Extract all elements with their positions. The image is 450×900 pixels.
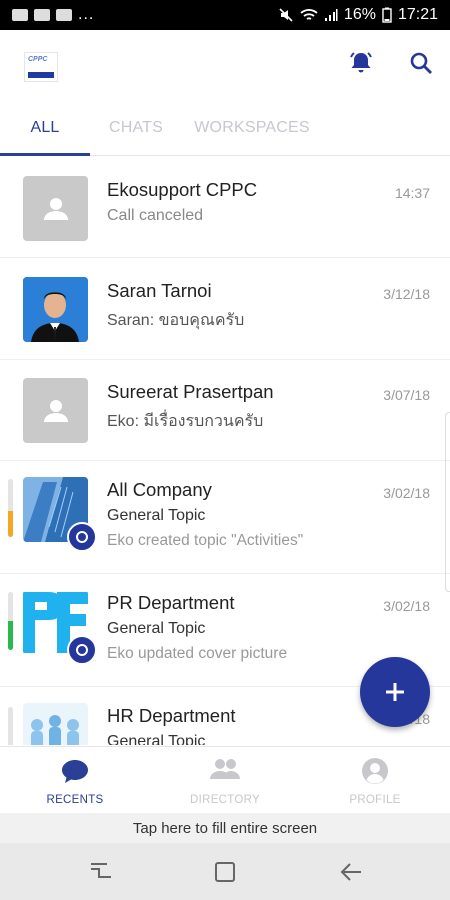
nav-label: RECENTS [46,794,104,806]
workspace-icon [76,644,88,656]
nav-profile[interactable]: PROFILE [300,747,450,814]
tab-workspaces[interactable]: WORKSPACES [182,100,322,156]
nav-recents[interactable]: RECENTS [0,747,150,814]
clock: 17:21 [397,6,438,23]
notification-icons: ... [12,6,94,24]
status-bar: ... 16% 17:21 [0,0,450,30]
home-button[interactable] [210,857,240,887]
avatar [23,703,88,745]
latest-activity: Eko updated cover picture [107,645,288,662]
workspace-title: HR Department [107,705,236,726]
recents-list: Ekosupport CPPC Call canceled 14:37 Sara… [0,157,450,745]
more-notifications-indicator: ... [78,6,95,23]
conversation-time: 3/02/18 [383,485,430,501]
person-placeholder-icon [43,197,68,220]
chat-bubble-icon [62,760,88,783]
topic-name: General Topic [107,507,206,524]
plus-icon [386,683,404,701]
workspace-badge [67,522,97,552]
battery-percent: 16% [343,6,376,23]
activity-level-bar [8,479,13,537]
people-icon [210,759,240,779]
topic-name: General Topic [107,620,206,637]
list-item[interactable]: Saran Tarnoi Saran: ขอบคุณครับ 3/12/18 [0,258,450,360]
signal-icon [324,9,338,21]
nav-icon-wrap [300,757,450,787]
mute-icon [279,8,293,22]
nav-label: PROFILE [349,794,401,806]
battery-icon [382,7,392,23]
conversation-preview: Call canceled [107,207,204,224]
message-icon [56,9,72,21]
conversation-title: Sureerat Prasertpan [107,381,274,402]
list-item[interactable]: Ekosupport CPPC Call canceled 14:37 [0,157,450,258]
nav-label: DIRECTORY [189,794,260,806]
conversation-time: 3/07/18 [383,387,430,403]
system-nav-bar [0,843,450,900]
search-icon [410,52,432,74]
conversation-title: Saran Tarnoi [107,280,212,301]
activity-level-bar [8,707,13,745]
bottom-nav: RECENTS DIRECTORY PROFILE [0,746,450,813]
side-panel-handle[interactable] [445,412,450,592]
tab-selection-indicator [0,153,90,156]
gmail-icon [34,9,50,21]
avatar [23,176,88,241]
user-photo [23,277,88,342]
activity-level-fill [8,621,13,650]
nav-icon-wrap [150,757,300,787]
logo-band [28,72,54,78]
logo-mark: CPPC [28,56,48,63]
nav-icon-wrap [0,757,150,787]
list-item[interactable]: All Company General Topic Eko created to… [0,461,450,574]
activity-level-fill [8,510,13,537]
conversation-time: 3/02/18 [383,598,430,614]
topic-name: General Topic [107,733,206,745]
workspace-title: PR Department [107,592,235,613]
list-item[interactable]: Sureerat Prasertpan Eko: มีเรื่องรบกวนคร… [0,360,450,461]
conversation-preview: Eko: มีเรื่องรบกวนครับ [107,413,264,430]
avatar [23,277,88,342]
avatar [23,378,88,443]
message-icon [12,9,28,21]
profile-icon [362,758,388,784]
conversation-time: 3/12/18 [383,286,430,302]
wifi-icon [300,9,318,20]
system-status: 16% 17:21 [278,6,438,24]
workspace-icon [76,531,88,543]
latest-activity: Eko created topic "Activities" [107,532,304,549]
workspace-image [23,703,88,745]
back-arrow-icon [340,863,361,881]
compose-fab[interactable] [360,657,430,727]
tab-bar: ALL CHATS WORKSPACES [0,100,450,156]
recent-apps-button[interactable] [84,857,114,887]
nav-directory[interactable]: DIRECTORY [150,747,300,814]
back-button[interactable] [336,857,366,887]
bell-icon [350,52,372,73]
workspace-badge [67,635,97,665]
conversation-title: Ekosupport CPPC [107,179,258,200]
fill-screen-hint[interactable]: Tap here to fill entire screen [0,813,450,843]
workspace-title: All Company [107,479,212,500]
activity-level-bar [8,592,13,650]
conversation-preview: Saran: ขอบคุณครับ [107,312,245,329]
search-button[interactable] [406,48,436,78]
person-placeholder-icon [43,399,68,422]
tab-chats[interactable]: CHATS [90,100,182,156]
conversation-time: 14:37 [394,185,430,201]
company-logo: CPPC [24,52,58,82]
tab-all[interactable]: ALL [0,100,90,156]
recent-apps-icon [91,863,111,878]
notifications-button[interactable] [346,48,376,78]
home-icon [215,862,235,882]
app-header: CPPC [0,30,450,100]
